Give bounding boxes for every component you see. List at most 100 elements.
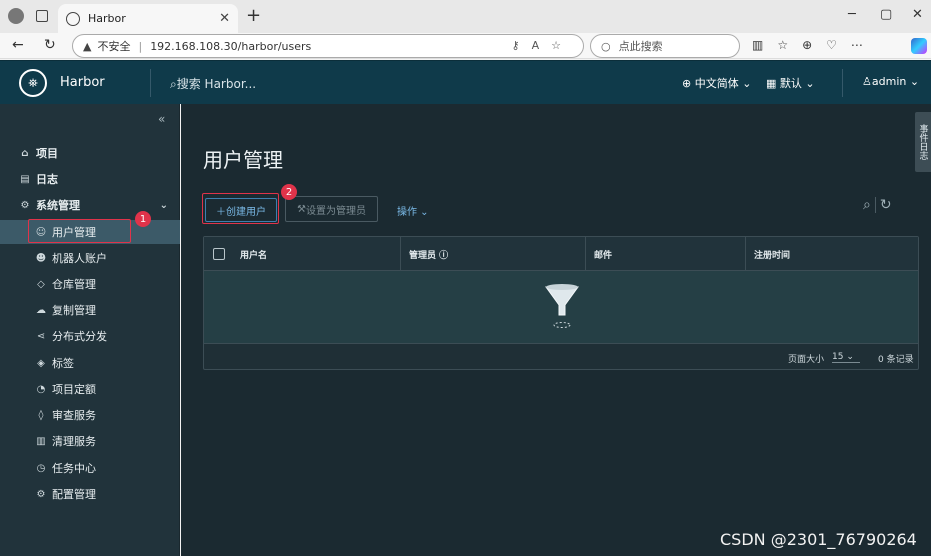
close-window-icon[interactable]: ✕ — [912, 7, 923, 22]
harbor-favicon-icon — [66, 11, 80, 26]
annotation-badge-2: 2 — [281, 184, 297, 200]
security-label: 不安全 — [97, 40, 131, 53]
sidebar-item-projects[interactable]: ⌂ 项目 — [0, 141, 180, 165]
address-separator: | — [138, 39, 143, 53]
url-text: 192.168.108.30/harbor/users — [150, 39, 312, 53]
close-tab-icon[interactable]: ✕ — [219, 11, 230, 26]
sidebar-item-logs[interactable]: ▤ 日志 — [0, 167, 180, 191]
sidebar-item-replication[interactable]: ☁ 复制管理 — [0, 298, 180, 322]
tab-actions-icon[interactable] — [36, 10, 48, 22]
gear-icon: ⚙ — [36, 488, 46, 500]
users-table: 用户名 管理员 ⓘ 邮件 注册时间 页面大小 15 ⌄ 0 条记录 — [203, 236, 919, 370]
global-search-placeholder: 搜索 Harbor... — [176, 77, 257, 91]
actions-label: 操作 — [397, 207, 417, 218]
minimize-icon[interactable]: ─ — [848, 7, 856, 22]
back-icon[interactable]: ← — [12, 37, 24, 53]
sidebar-item-audit[interactable]: ◊ 审查服务 — [0, 403, 180, 427]
browser-toolbar-icons[interactable]: ▥☆⊕♡⋯ — [752, 38, 877, 52]
sidebar-item-jobs[interactable]: ◷ 任务中心 — [0, 456, 180, 480]
search-icon: ○ — [601, 39, 611, 53]
address-actions-icon[interactable]: ⚷A☆ — [512, 39, 573, 52]
datetime-label: 默认 — [779, 77, 802, 90]
column-admin[interactable]: 管理员 ⓘ — [400, 237, 585, 271]
main-content: 用户管理 ＋ 创建用户 ⚒ 设置为管理员 操作 ⌄ ⌕ ↻ 用户名 管理员 ⓘ 邮… — [181, 104, 931, 556]
tag-icon: ◈ — [37, 357, 45, 369]
table-header: 用户名 管理员 ⓘ 邮件 注册时间 — [204, 237, 918, 271]
column-header-label: 管理员 — [409, 250, 437, 261]
refresh-icon[interactable]: ↻ — [880, 197, 892, 213]
calendar-icon: ▦ — [766, 77, 780, 90]
projects-icon: ⌂ — [21, 147, 29, 159]
shield-icon: ◊ — [38, 409, 44, 421]
set-admin-button[interactable]: ⚒ 设置为管理员 — [285, 196, 378, 222]
sidebar-item-label: 标签 — [52, 357, 74, 370]
sidebar-item-label: 系统管理 — [36, 199, 80, 212]
clock-icon: ◷ — [36, 462, 46, 474]
sidebar-item-robot[interactable]: ☻ 机器人账户 — [0, 246, 180, 270]
global-search[interactable]: ⌕搜索 Harbor... — [170, 75, 256, 92]
actions-dropdown[interactable]: 操作 ⌄ — [397, 203, 429, 218]
table-empty-body — [204, 271, 918, 343]
annotation-box-2 — [202, 193, 279, 224]
column-header-label: 注册时间 — [754, 250, 791, 261]
address-bar[interactable]: ▲ 不安全 | 192.168.108.30/harbor/users ⚷A☆ — [72, 34, 584, 58]
tools-divider — [874, 197, 876, 213]
sidebar-item-quotas[interactable]: ◔ 项目定额 — [0, 377, 180, 401]
sidebar-item-distribution[interactable]: ⋖ 分布式分发 — [0, 324, 180, 348]
select-all-checkbox[interactable] — [213, 248, 225, 260]
copilot-icon[interactable] — [911, 38, 927, 54]
sidebar-item-label: 机器人账户 — [52, 252, 107, 265]
page-size-value: 15 — [832, 352, 844, 362]
column-username[interactable]: 用户名 — [232, 237, 400, 271]
new-tab-icon[interactable]: + — [246, 5, 261, 26]
sidebar-item-label: 任务中心 — [52, 462, 96, 475]
user-menu[interactable]: ♙admin ⌄ — [862, 75, 919, 88]
header-divider-2 — [842, 69, 843, 97]
sidebar-item-config[interactable]: ⚙ 配置管理 — [0, 482, 180, 506]
wrench-icon: ⚒ — [297, 203, 306, 215]
event-log-tab[interactable]: 事件日志 — [915, 112, 931, 172]
column-header-label: 邮件 — [594, 250, 613, 261]
user-icon: ♙ — [862, 75, 872, 88]
filter-search-icon[interactable]: ⌕ — [863, 197, 871, 213]
warning-icon: ▲ — [83, 39, 92, 53]
language-selector[interactable]: ⊕ 中文简体 ⌄ — [682, 75, 751, 91]
registry-icon: ◇ — [37, 278, 45, 290]
info-icon[interactable]: ⓘ — [439, 248, 448, 261]
sidebar-item-label: 日志 — [36, 173, 58, 186]
profile-icon[interactable] — [8, 8, 24, 24]
replication-icon: ☁ — [36, 304, 46, 316]
tab-title: Harbor — [88, 12, 126, 25]
collapse-sidebar-icon[interactable]: « — [158, 112, 165, 126]
sidebar-item-label: 清理服务 — [52, 435, 96, 448]
sidebar-item-label: 项目 — [36, 147, 58, 160]
browser-search-placeholder: 点此搜索 — [618, 40, 663, 53]
sidebar-item-admin[interactable]: ⚙ 系统管理 ⌄ — [0, 193, 180, 217]
empty-funnel-icon — [545, 284, 579, 328]
sidebar-item-label: 分布式分发 — [52, 330, 107, 343]
sidebar-item-gc[interactable]: ▥ 清理服务 — [0, 429, 180, 453]
reload-icon[interactable]: ↻ — [44, 37, 56, 53]
datetime-selector[interactable]: ▦ 默认 ⌄ — [766, 75, 815, 91]
app-header: ⛯ Harbor ⌕搜索 Harbor... ⊕ 中文简体 ⌄ ▦ 默认 ⌄ ♙… — [0, 60, 931, 104]
page-size-select[interactable]: 15 ⌄ — [832, 352, 860, 363]
column-email[interactable]: 邮件 — [585, 237, 745, 271]
quota-icon: ◔ — [36, 383, 46, 395]
browser-tab[interactable]: Harbor ✕ — [58, 4, 238, 33]
set-admin-label: 设置为管理员 — [305, 205, 366, 217]
sidebar-item-label: 配置管理 — [52, 488, 96, 501]
harbor-logo-icon: ⛯ — [19, 69, 47, 97]
column-created[interactable]: 注册时间 — [745, 237, 918, 271]
watermark: CSDN @2301_76790264 — [720, 530, 917, 549]
annotation-box-1 — [28, 219, 131, 243]
sidebar-item-registry[interactable]: ◇ 仓库管理 — [0, 272, 180, 296]
language-label: 中文简体 — [694, 77, 739, 90]
sidebar-item-label: 仓库管理 — [52, 278, 96, 291]
grid-tools: ⌕ ↻ — [863, 197, 892, 213]
browser-search[interactable]: ○ 点此搜索 — [590, 34, 740, 58]
sidebar-item-label: 复制管理 — [52, 304, 96, 317]
sidebar-item-label: 项目定额 — [52, 383, 96, 396]
maximize-icon[interactable]: ▢ — [880, 7, 892, 22]
chevron-down-icon: ⌄ — [159, 199, 168, 211]
sidebar-item-labels[interactable]: ◈ 标签 — [0, 351, 180, 375]
